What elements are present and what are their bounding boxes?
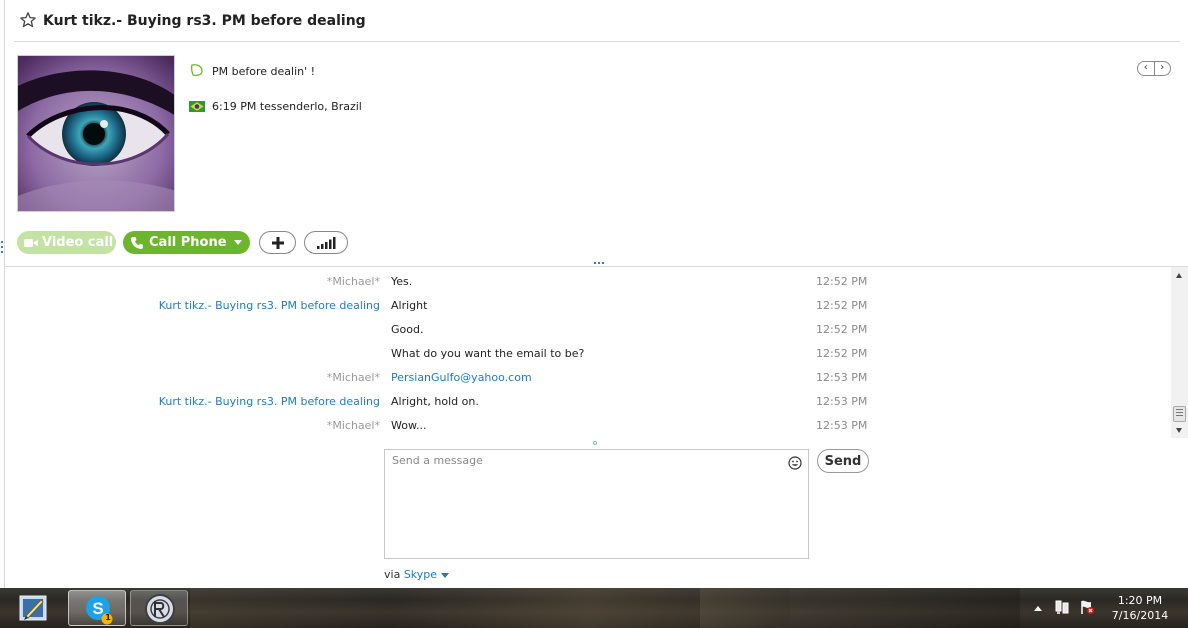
message-history: *Michael* Yes. 12:52 PM Kurt tikz.- Buying … <box>4 267 1171 438</box>
call-quality-button[interactable] <box>304 231 348 254</box>
start-button-icon[interactable] <box>14 592 52 624</box>
chevron-down-icon[interactable] <box>441 572 450 578</box>
chevron-down-icon[interactable] <box>234 240 242 245</box>
message-sender[interactable]: *Michael* <box>327 419 380 432</box>
mood-bubble-icon <box>190 64 203 77</box>
local-time-location: 6:19 PM tessenderlo, Brazil <box>212 100 362 113</box>
chat-scrollbar[interactable] <box>1171 267 1188 438</box>
message-sender[interactable]: *Michael* <box>327 275 380 288</box>
show-hidden-icons-icon[interactable] <box>1034 606 1042 611</box>
message-text: Wow... <box>391 419 427 432</box>
left-grip-icon[interactable] <box>1 241 3 253</box>
phone-icon <box>131 236 143 249</box>
message-text: Alright <box>391 299 428 312</box>
message-text: What do you want the email to be? <box>391 347 585 360</box>
conversation-title: Kurt tikz.- Buying rs3. PM before dealin… <box>43 13 366 29</box>
message-text: Alright, hold on. <box>391 395 479 408</box>
message-timestamp: 12:53 PM <box>816 371 868 384</box>
conversation-header: Kurt tikz.- Buying rs3. PM before dealin… <box>0 0 1188 42</box>
taskbar-background-2 <box>700 588 1020 628</box>
message-timestamp: 12:53 PM <box>816 419 868 432</box>
message-sender[interactable]: Kurt tikz.- Buying rs3. PM before dealin… <box>159 299 380 312</box>
system-clock[interactable]: 1:20 PM 7/16/2014 <box>1104 593 1176 623</box>
clock-date: 7/16/2014 <box>1111 609 1169 622</box>
message-row: *Michael* Wow... 12:53 PM <box>4 419 1171 439</box>
message-timestamp: 12:52 PM <box>816 275 868 288</box>
notification-badge: 1 <box>105 613 111 622</box>
signal-bars-icon <box>317 236 336 249</box>
message-input[interactable] <box>385 450 808 558</box>
message-timestamp: 12:52 PM <box>816 347 868 360</box>
scroll-up-icon[interactable] <box>1176 273 1182 278</box>
clock-time: 1:20 PM <box>1117 594 1163 607</box>
app-logo-icon <box>145 594 175 624</box>
skype-icon: S <box>86 596 113 625</box>
message-composer <box>384 449 809 559</box>
mood-message: PM before dealin' ! <box>212 65 316 78</box>
windows-taskbar: S 1 1:20 PM 7/16/2014 <box>0 588 1188 628</box>
send-button[interactable]: Send <box>817 449 869 473</box>
via-service: via Skype <box>384 568 450 581</box>
message-row: What do you want the email to be? 12:52 P… <box>4 347 1171 367</box>
star-outline-icon[interactable] <box>19 11 37 29</box>
taskbar-skype-button[interactable]: S 1 <box>68 590 126 626</box>
message-timestamp: 12:53 PM <box>816 395 868 408</box>
message-row: *Michael* PersianGulfo@yahoo.com 12:53 PM <box>4 371 1171 391</box>
message-row: Kurt tikz.- Buying rs3. PM before dealin… <box>4 395 1171 415</box>
svg-text:S: S <box>92 599 103 618</box>
message-sender[interactable]: *Michael* <box>327 371 380 384</box>
message-link[interactable]: PersianGulfo@yahoo.com <box>391 371 532 384</box>
message-text: Good. <box>391 323 424 336</box>
previous-button[interactable]: ‹ <box>1138 62 1155 75</box>
eye-avatar-image <box>18 56 174 211</box>
emoticon-icon[interactable] <box>788 456 802 470</box>
brazil-flag-icon <box>189 101 205 112</box>
composer-resize-handle[interactable] <box>593 441 597 445</box>
next-button[interactable]: › <box>1155 62 1171 75</box>
message-timestamp: 12:52 PM <box>816 323 868 336</box>
splitter-handle-icon[interactable] <box>594 262 606 265</box>
message-row: Good. 12:52 PM <box>4 323 1171 343</box>
add-button[interactable] <box>259 231 296 254</box>
via-prefix: via <box>384 568 401 581</box>
network-icon[interactable] <box>1054 599 1070 615</box>
call-phone-label: Call Phone <box>149 235 227 250</box>
call-phone-button[interactable]: Call Phone <box>123 231 250 254</box>
scroll-down-icon[interactable] <box>1176 428 1182 433</box>
video-call-label: Video call <box>42 235 114 250</box>
taskbar-app-button[interactable] <box>130 590 188 626</box>
message-row: *Michael* Yes. 12:52 PM <box>4 275 1171 295</box>
plus-icon <box>271 236 284 249</box>
message-text: Yes. <box>391 275 413 288</box>
video-call-button[interactable]: Video call <box>17 231 116 254</box>
video-camera-icon <box>24 238 38 247</box>
scroll-thumb[interactable] <box>1173 406 1186 422</box>
message-sender[interactable]: Kurt tikz.- Buying rs3. PM before dealin… <box>159 395 380 408</box>
contact-avatar[interactable] <box>17 55 175 212</box>
via-service-selector[interactable]: Skype <box>404 568 437 581</box>
message-row: Kurt tikz.- Buying rs3. PM before dealin… <box>4 299 1171 319</box>
action-center-flag-icon[interactable] <box>1079 599 1095 615</box>
header-divider <box>14 41 1180 42</box>
profile-pager: ‹ › <box>1137 61 1171 76</box>
message-timestamp: 12:52 PM <box>816 299 868 312</box>
skype-conversation-window: Kurt tikz.- Buying rs3. PM before dealin… <box>0 0 1188 588</box>
